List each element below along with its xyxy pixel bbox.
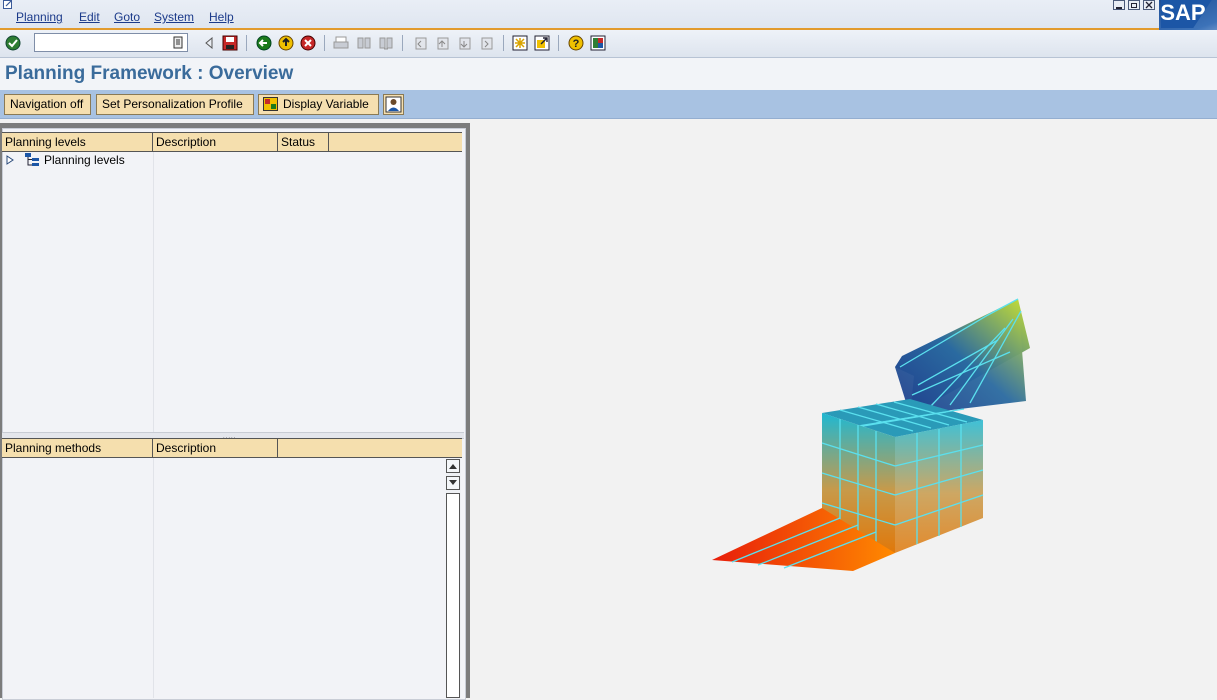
menu-goto[interactable]: Goto bbox=[114, 10, 140, 24]
set-personalization-profile-button[interactable]: Set Personalization Profile bbox=[96, 94, 254, 115]
left-panel bbox=[2, 128, 466, 700]
profile-button[interactable] bbox=[383, 94, 404, 115]
print-icon[interactable] bbox=[332, 34, 350, 52]
left-frame bbox=[0, 123, 470, 700]
command-history-icon[interactable] bbox=[172, 36, 184, 49]
menu-help[interactable]: Help bbox=[209, 10, 234, 24]
portrait-icon bbox=[385, 96, 402, 113]
customize-layout-icon[interactable] bbox=[589, 34, 607, 52]
navigation-off-button[interactable]: Navigation off bbox=[4, 94, 91, 115]
column-method-extra bbox=[278, 439, 462, 457]
planning-methods-header: Planning methods Description bbox=[2, 438, 462, 458]
previous-page-icon[interactable] bbox=[433, 34, 451, 52]
exit-icon[interactable] bbox=[277, 34, 295, 52]
restore-icon[interactable] bbox=[1128, 0, 1140, 10]
menu-edit[interactable]: Edit bbox=[79, 10, 100, 24]
standard-toolbar: ? bbox=[0, 30, 1217, 58]
column-extra bbox=[329, 133, 462, 151]
tree-node-label: Planning levels bbox=[44, 153, 125, 167]
hierarchy-icon bbox=[25, 153, 39, 166]
title-bar: Planning Framework : Overview bbox=[0, 58, 1217, 90]
menu-system[interactable]: System bbox=[154, 10, 194, 24]
menu-bar: Planning Edit Goto System Help SAP bbox=[0, 0, 1217, 56]
command-field[interactable] bbox=[34, 33, 188, 52]
close-icon[interactable] bbox=[1143, 0, 1155, 10]
column-status[interactable]: Status bbox=[278, 133, 329, 151]
sap-logo-text: SAP bbox=[1160, 0, 1206, 25]
planning-levels-header: Planning levels Description Status bbox=[2, 132, 462, 152]
enter-icon[interactable] bbox=[4, 34, 22, 52]
column-planning-methods[interactable]: Planning methods bbox=[2, 439, 153, 457]
planning-arrow-graphic bbox=[712, 298, 1030, 571]
methods-scrollbar[interactable] bbox=[446, 459, 461, 698]
column-description[interactable]: Description bbox=[153, 133, 278, 151]
display-variable-button[interactable]: Display Variable bbox=[258, 94, 379, 115]
column-divider bbox=[153, 152, 154, 432]
display-variable-label: Display Variable bbox=[283, 97, 369, 111]
column-planning-levels[interactable]: Planning levels bbox=[2, 133, 153, 151]
next-page-icon[interactable] bbox=[455, 34, 473, 52]
first-page-icon[interactable] bbox=[411, 34, 429, 52]
shortcut-icon[interactable] bbox=[533, 34, 551, 52]
back-icon[interactable] bbox=[200, 34, 218, 52]
minimize-icon[interactable] bbox=[1113, 0, 1125, 10]
scroll-up-icon[interactable] bbox=[446, 459, 460, 473]
save-icon[interactable] bbox=[221, 34, 239, 52]
page-title: Planning Framework : Overview bbox=[5, 63, 294, 84]
svg-text:?: ? bbox=[573, 38, 580, 50]
scroll-down-icon[interactable] bbox=[446, 476, 460, 490]
menu-planning[interactable]: Planning bbox=[16, 10, 63, 24]
column-method-description[interactable]: Description bbox=[153, 439, 278, 457]
window-menu-icon[interactable] bbox=[3, 0, 14, 9]
application-toolbar: Navigation off Set Personalization Profi… bbox=[0, 90, 1217, 119]
last-page-icon[interactable] bbox=[477, 34, 495, 52]
scroll-track[interactable] bbox=[446, 493, 460, 698]
find-next-icon[interactable] bbox=[377, 34, 395, 52]
find-icon[interactable] bbox=[355, 34, 373, 52]
content-area bbox=[470, 123, 1217, 698]
tree-node-planning-levels[interactable]: Planning levels bbox=[6, 152, 125, 168]
help-icon[interactable]: ? bbox=[567, 34, 585, 52]
create-session-icon[interactable] bbox=[511, 34, 529, 52]
expand-icon[interactable] bbox=[6, 155, 14, 165]
back-green-icon[interactable] bbox=[255, 34, 273, 52]
method-column-divider bbox=[153, 458, 154, 698]
display-variable-icon bbox=[263, 97, 278, 111]
cancel-icon[interactable] bbox=[299, 34, 317, 52]
